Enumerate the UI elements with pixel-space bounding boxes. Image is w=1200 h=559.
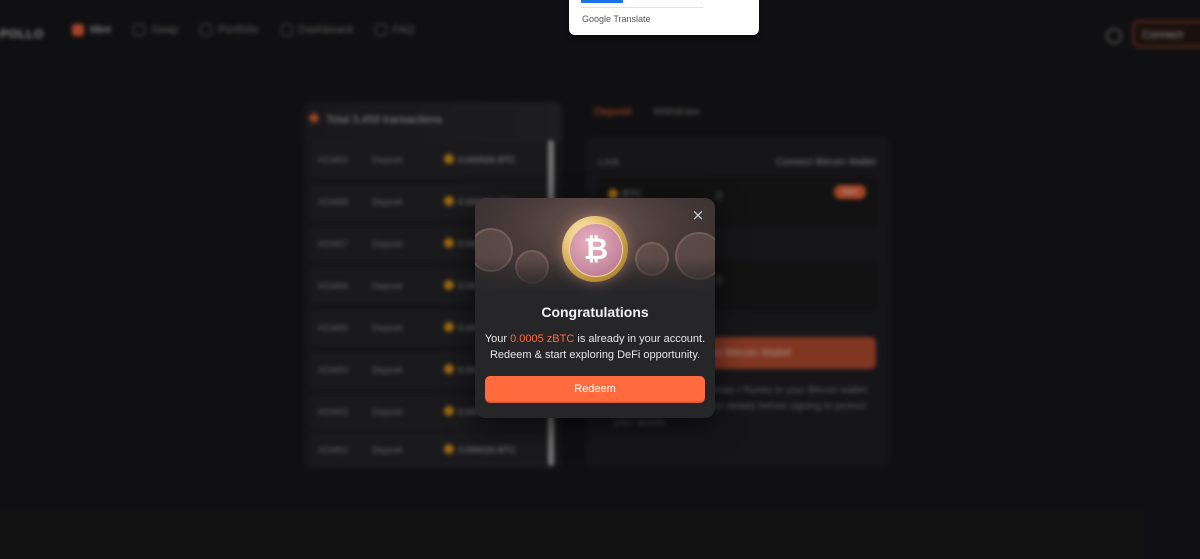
google-translate-popup[interactable]: Google Translate (569, 0, 759, 35)
modal-message: Your 0.0005 zBTC is already in your acco… (475, 331, 715, 363)
google-translate-label: Google Translate (582, 14, 651, 24)
message-prefix: Your (484, 333, 511, 345)
congratulations-modal: ₿ × Congratulations Your 0.0005 zBTC is … (475, 198, 715, 418)
bitcoin-coin-icon: ₿ (562, 216, 628, 282)
zbtc-amount: 0.0005 zBTC (510, 333, 575, 345)
redeem-button[interactable]: Redeem (485, 376, 705, 403)
modal-title: Congratulations (541, 304, 649, 320)
divider (581, 7, 703, 8)
modal-hero: ₿ (475, 198, 715, 292)
close-icon[interactable]: × (691, 208, 705, 223)
message-suffix: is already in your account. (574, 333, 706, 345)
coin-face: ₿ (569, 223, 623, 277)
message-line2: Redeem & start exploring DeFi opportunit… (489, 349, 701, 361)
bitcoin-glyph: ₿ (583, 232, 609, 267)
translate-progress-bar (581, 0, 623, 3)
